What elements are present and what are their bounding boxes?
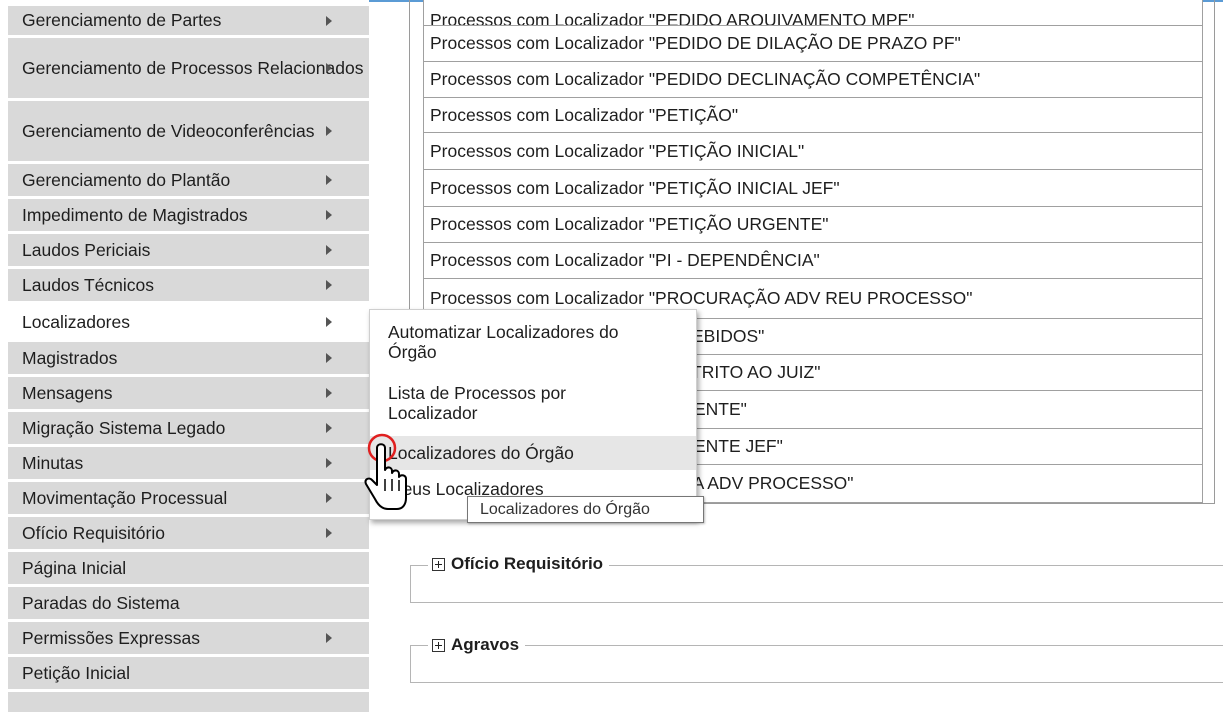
agravos-section: [410, 645, 1223, 683]
list-item[interactable]: Processos com Localizador "PETIÇÃO INICI…: [423, 133, 1203, 170]
chevron-right-icon: [326, 280, 332, 290]
submenu-item-label: Localizadores do Órgão: [388, 443, 574, 463]
list-item[interactable]: Processos com Localizador "PETIÇÃO INICI…: [423, 170, 1203, 207]
row-label: Processos com Localizador "PEDIDO DECLIN…: [430, 69, 981, 89]
menu-item-gerenciamento-do-plantao[interactable]: Gerenciamento do Plantão: [8, 164, 369, 196]
menu-item-gerenciamento-de-videoconferencias[interactable]: Gerenciamento de Videoconferências: [8, 101, 369, 161]
list-item[interactable]: Processos com Localizador "PETIÇÃO URGEN…: [423, 207, 1203, 243]
menu-item-peticao-inicial[interactable]: Petição Inicial: [8, 657, 369, 689]
submenu-item-label: Automatizar Localizadores do Órgão: [388, 322, 619, 362]
menu-item-laudos-tecnicos[interactable]: Laudos Técnicos: [8, 269, 369, 301]
localizadores-submenu: Automatizar Localizadores do Órgão Lista…: [369, 309, 697, 520]
menu-item-paradas-do-sistema[interactable]: Paradas do Sistema: [8, 587, 369, 619]
submenu-item-lista-de-processos[interactable]: Lista de Processos por Localizador: [370, 372, 696, 434]
menu-item-label: Laudos Periciais: [22, 239, 151, 260]
menu-item-mensagens[interactable]: Mensagens: [8, 377, 369, 409]
chevron-right-icon: [326, 245, 332, 255]
menu-item-label: Gerenciamento do Plantão: [22, 169, 231, 190]
row-label: Processos com Localizador "PI - DEPENDÊN…: [430, 250, 820, 270]
menu-item-impedimento-de-magistrados[interactable]: Impedimento de Magistrados: [8, 199, 369, 231]
chevron-right-icon: [326, 633, 332, 643]
menu-item-laudos-periciais[interactable]: Laudos Periciais: [8, 234, 369, 266]
tooltip-text: Localizadores do Órgão: [480, 500, 650, 518]
sidebar-menu: Gerenciamento de Partes Gerenciamento de…: [0, 0, 369, 712]
menu-item-permissoes-expressas[interactable]: Permissões Expressas: [8, 622, 369, 654]
menu-item-label: Gerenciamento de Partes: [22, 10, 222, 30]
submenu-item-localizadores-do-orgao[interactable]: Localizadores do Órgão: [370, 436, 696, 470]
expand-plus-icon[interactable]: [432, 638, 445, 652]
chevron-right-icon: [326, 353, 332, 363]
section-title: Ofício Requisitório: [451, 554, 604, 573]
menu-item-label: Petição Inicial: [22, 662, 130, 683]
list-item[interactable]: Processos com Localizador "PEDIDO DE DIL…: [423, 26, 1203, 62]
chevron-right-icon: [326, 63, 332, 73]
menu-item-label: Movimentação Processual: [22, 487, 228, 508]
menu-item-migracao-sistema-legado[interactable]: Migração Sistema Legado: [8, 412, 369, 444]
submenu-item-label: Lista de Processos por Localizador: [388, 383, 567, 423]
row-label: Processos com Localizador "PEDIDO DE DIL…: [430, 33, 961, 53]
chevron-right-icon: [326, 528, 332, 538]
chevron-right-icon: [326, 458, 332, 468]
agravos-toggle[interactable]: Agravos: [428, 633, 526, 657]
menu-item-label: Gerenciamento de Videoconferências: [22, 120, 315, 141]
menu-item-label: Mensagens: [22, 382, 113, 403]
menu-item-label: Permissões Expressas: [22, 627, 200, 648]
menu-item-magistrados[interactable]: Magistrados: [8, 342, 369, 374]
menu-item-label: Impedimento de Magistrados: [22, 204, 248, 225]
chevron-right-icon: [326, 15, 332, 26]
chevron-right-icon: [326, 423, 332, 433]
row-label: Processos com Localizador "PETIÇÃO INICI…: [430, 177, 840, 198]
chevron-right-icon: [326, 317, 332, 327]
list-item[interactable]: Processos com Localizador "PI - DEPENDÊN…: [423, 243, 1203, 279]
menu-item-label: Paradas do Sistema: [22, 592, 180, 613]
menu-item-pagina-inicial[interactable]: Página Inicial: [8, 552, 369, 584]
chevron-right-icon: [326, 493, 332, 503]
menu-item-movimentacao-processual[interactable]: Movimentação Processual: [8, 482, 369, 514]
row-label: Processos com Localizador "PROCURAÇÃO AD…: [430, 288, 973, 308]
row-label: Processos com Localizador "PEDIDO ARQUIV…: [430, 10, 915, 26]
menu-item-label: Laudos Técnicos: [22, 274, 154, 295]
chevron-right-icon: [326, 210, 332, 220]
menu-item-localizadores[interactable]: Localizadores: [8, 304, 369, 340]
tooltip: Localizadores do Órgão: [467, 496, 704, 523]
list-item[interactable]: Processos com Localizador "PEDIDO DECLIN…: [423, 62, 1203, 98]
menu-item-label: Localizadores: [22, 311, 130, 332]
menu-item-label: Magistrados: [22, 347, 118, 368]
menu-item-label: Minutas: [22, 452, 84, 473]
row-label: Processos com Localizador "PETIÇÃO URGEN…: [430, 214, 829, 234]
menu-item-label: Gerenciamento de Processos Relacionados: [22, 57, 364, 78]
list-item[interactable]: Processos com Localizador "PEDIDO ARQUIV…: [423, 0, 1203, 26]
menu-item-oficio-requisitorio[interactable]: Ofício Requisitório: [8, 517, 369, 549]
list-item[interactable]: Processos com Localizador "PETIÇÃO": [423, 98, 1203, 133]
chevron-right-icon: [326, 175, 332, 185]
submenu-item-automatizar-localizadores[interactable]: Automatizar Localizadores do Órgão: [370, 314, 696, 370]
hand-cursor-icon: [364, 433, 407, 510]
row-label: Processos com Localizador "PETIÇÃO": [430, 104, 739, 125]
chevron-right-icon: [326, 388, 332, 398]
menu-item-gerenciamento-de-partes[interactable]: Gerenciamento de Partes: [8, 6, 369, 35]
menu-item-partial[interactable]: [8, 692, 369, 712]
menu-item-label: Página Inicial: [22, 557, 127, 578]
menu-item-minutas[interactable]: Minutas: [8, 447, 369, 479]
row-label: Processos com Localizador "PETIÇÃO INICI…: [430, 140, 805, 161]
menu-item-gerenciamento-de-processos-relacionados[interactable]: Gerenciamento de Processos Relacionados: [8, 38, 369, 98]
menu-item-label: Ofício Requisitório: [22, 522, 165, 543]
expand-plus-icon[interactable]: [432, 557, 445, 571]
chevron-right-icon: [326, 126, 332, 136]
oficio-requisitorio-toggle[interactable]: Ofício Requisitório: [428, 552, 610, 576]
section-title: Agravos: [451, 635, 520, 654]
menu-item-label: Migração Sistema Legado: [22, 417, 226, 438]
